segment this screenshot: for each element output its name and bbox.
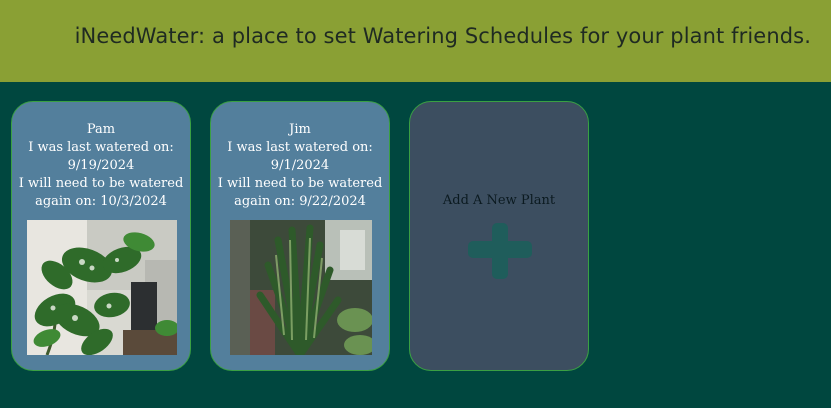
plant-photo bbox=[27, 220, 177, 355]
plant-name: Jim bbox=[289, 122, 311, 137]
plant-card-pam[interactable]: Pam I was last watered on: 9/19/2024 I w… bbox=[11, 101, 191, 371]
next-watering-label: I will need to be watered bbox=[18, 176, 184, 191]
plant-info: Jim I was last watered on: 9/1/2024 I wi… bbox=[211, 121, 389, 211]
plant-info: Pam I was last watered on: 9/19/2024 I w… bbox=[12, 121, 190, 211]
header-bar: iNeedWater: a place to set Watering Sche… bbox=[0, 0, 831, 82]
add-plant-label: Add A New Plant bbox=[442, 193, 556, 208]
last-watered-label: I was last watered on: bbox=[227, 140, 373, 155]
next-watering-date: again on: 10/3/2024 bbox=[35, 194, 167, 209]
next-watering-date: again on: 9/22/2024 bbox=[234, 194, 366, 209]
next-watering-label: I will need to be watered bbox=[217, 176, 383, 191]
page-title: iNeedWater: a place to set Watering Sche… bbox=[74, 24, 811, 48]
last-watered-date: 9/19/2024 bbox=[67, 158, 135, 173]
plus-icon[interactable] bbox=[468, 223, 532, 279]
plant-photo bbox=[230, 220, 372, 355]
plant-card-jim[interactable]: Jim I was last watered on: 9/1/2024 I wi… bbox=[210, 101, 390, 371]
last-watered-label: I was last watered on: bbox=[28, 140, 174, 155]
plant-name: Pam bbox=[86, 122, 116, 137]
last-watered-date: 9/1/2024 bbox=[270, 158, 330, 173]
add-plant-card[interactable]: Add A New Plant bbox=[409, 101, 589, 371]
